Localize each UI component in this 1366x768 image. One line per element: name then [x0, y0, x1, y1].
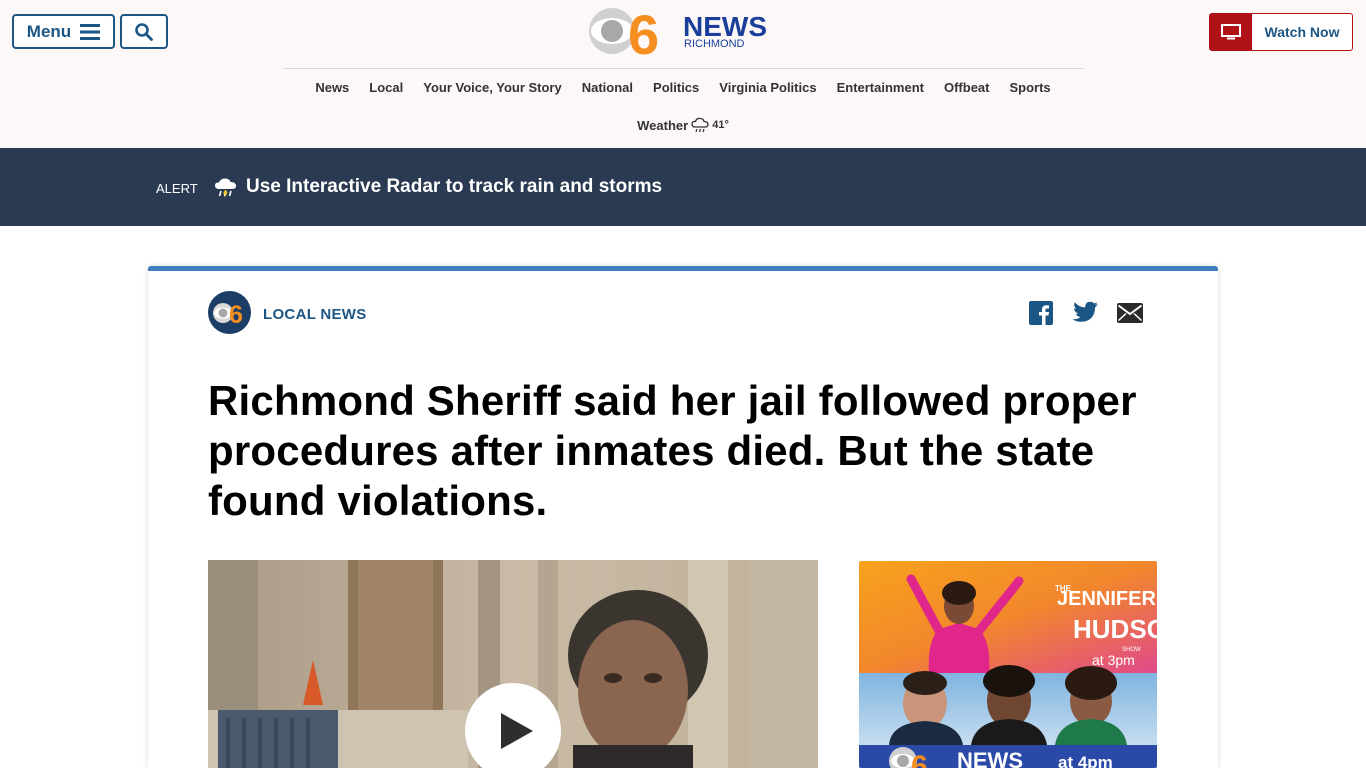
nav-item-weather[interactable]: Weather 41° — [0, 117, 1366, 133]
alert-bar[interactable] — [0, 148, 1366, 226]
svg-text:JENNIFER: JENNIFER — [1057, 588, 1156, 610]
email-icon[interactable] — [1117, 303, 1143, 323]
advertisement[interactable]: THE JENNIFER HUDSON SHOW at 3pm 6 NEWS a… — [859, 561, 1157, 768]
alert-label: ALERT — [156, 181, 198, 196]
article-headline: Richmond Sheriff said her jail followed … — [208, 377, 1137, 524]
svg-text:NEWS: NEWS — [957, 748, 1023, 768]
watch-icon-box — [1210, 14, 1252, 50]
search-icon — [135, 22, 153, 41]
rain-cloud-icon — [691, 117, 709, 133]
menu-button[interactable]: Menu — [12, 14, 115, 49]
svg-text:HUDSON: HUDSON — [1073, 614, 1157, 644]
nav-item-national[interactable]: National — [582, 79, 633, 97]
watch-now-label: Watch Now — [1264, 24, 1340, 40]
logo-city: RICHMOND — [684, 38, 745, 50]
cbs6-logo-icon: 6 — [212, 301, 243, 326]
nav-item-local[interactable]: Local — [369, 79, 403, 97]
svg-text:6: 6 — [229, 301, 243, 326]
weather-label: Weather — [637, 117, 689, 133]
site-logo[interactable]: 6 NEWS RICHMOND — [586, 4, 782, 58]
menu-label: Menu — [26, 21, 72, 41]
nav-item-sports[interactable]: Sports — [1009, 79, 1050, 97]
search-button[interactable] — [120, 14, 168, 49]
nav-item-your-voice[interactable]: Your Voice, Your Story — [423, 79, 561, 97]
section-logo: 6 — [208, 291, 251, 334]
nav-item-virginia-politics[interactable]: Virginia Politics — [719, 79, 816, 97]
storm-cloud-icon — [215, 178, 236, 198]
facebook-icon[interactable] — [1029, 301, 1053, 325]
logo-number: 6 — [628, 4, 659, 58]
main-nav: News Local Your Voice, Your Story Nation… — [0, 79, 1366, 97]
nav-item-entertainment[interactable]: Entertainment — [837, 79, 924, 97]
play-button[interactable] — [465, 683, 561, 768]
nav-item-offbeat[interactable]: Offbeat — [944, 79, 990, 97]
weather-temp: 41° — [712, 119, 729, 131]
play-icon — [501, 713, 533, 749]
nav-item-politics[interactable]: Politics — [653, 79, 699, 97]
video-player[interactable] — [208, 560, 818, 768]
alert-link[interactable]: Use Interactive Radar to track rain and … — [246, 176, 662, 198]
svg-text:at 4pm: at 4pm — [1058, 753, 1113, 768]
nav-divider — [283, 68, 1083, 69]
section-label[interactable]: LOCAL NEWS — [263, 306, 367, 323]
watch-now-button[interactable]: Watch Now — [1209, 13, 1353, 51]
ad-graphic: THE JENNIFER HUDSON SHOW at 3pm 6 NEWS a… — [859, 561, 1157, 768]
site-header: Menu 6 NEWS RICHMOND Watch Now News Loca… — [0, 0, 1366, 148]
twitter-icon[interactable] — [1071, 301, 1099, 325]
nav-item-news[interactable]: News — [315, 79, 349, 97]
svg-text:6: 6 — [911, 750, 928, 768]
hamburger-icon — [80, 23, 101, 40]
svg-text:at 3pm: at 3pm — [1092, 652, 1135, 668]
tv-icon — [1221, 24, 1241, 40]
